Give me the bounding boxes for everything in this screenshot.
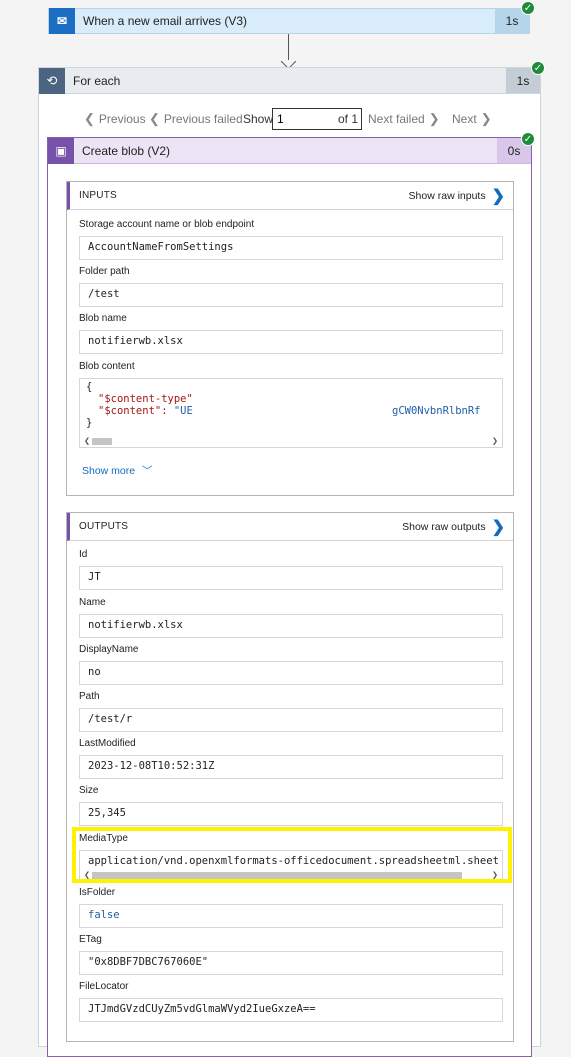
next-failed-label: Next failed (368, 112, 425, 126)
field-label: Storage account name or blob endpoint (79, 219, 255, 230)
field-label: Blob content (79, 361, 135, 372)
displayname-field: DisplayName no (79, 644, 503, 685)
outputs-title: OUTPUTS (79, 521, 129, 532)
folder-field: Folder path /test (79, 266, 503, 307)
blob-content-field: Blob content { "$content-type" "$content… (79, 361, 503, 448)
field-label: Path (79, 691, 100, 702)
storage-field: Storage account name or blob endpoint Ac… (79, 219, 503, 260)
trigger-title: When a new email arrives (V3) (83, 14, 248, 28)
field-label: Size (79, 785, 99, 796)
inputs-panel: INPUTS Show raw inputs ❯ Storage account… (66, 181, 514, 496)
path-field: Path /test/r (79, 691, 503, 732)
trigger-card[interactable]: ✉ When a new email arrives (V3) 1s (48, 8, 530, 34)
inputs-title: INPUTS (79, 190, 117, 201)
field-label: Folder path (79, 266, 130, 277)
field-value: JTJmdGVzdCUyZm5vdGlmaWVyd2IueGxzeA== (79, 998, 503, 1022)
field-value: "0x8DBF7DBC767060E" (79, 951, 503, 975)
isfolder-field: IsFolder false (79, 887, 503, 928)
field-value: false (79, 904, 503, 928)
field-label: FileLocator (79, 981, 129, 992)
field-value: 25,345 (79, 802, 503, 826)
field-label: ETag (79, 934, 102, 945)
of-label: of 1 (338, 112, 359, 126)
etag-field: ETag "0x8DBF7DBC767060E" (79, 934, 503, 975)
chevron-down-icon: ﹀ (142, 465, 153, 477)
field-label: Id (79, 549, 88, 560)
previous-label: Previous (98, 112, 146, 126)
chevron-left-icon: ❮ (149, 111, 160, 126)
iteration-pager: ❮ Previous ❮ Previous failed Show of 1 N… (39, 108, 540, 130)
code-line: "$content": "UE gCW0NvbnRlbnRf (86, 405, 496, 417)
show-raw-inputs-link[interactable]: Show raw inputs (409, 190, 486, 202)
next-failed-button[interactable]: Next failed ❯ (368, 111, 444, 127)
show-more-link[interactable]: Show more ﹀ (82, 463, 153, 478)
blob-storage-icon: ▣ (48, 137, 74, 164)
field-value: no (79, 661, 503, 685)
field-label: LastModified (79, 738, 136, 749)
field-label: Blob name (79, 313, 127, 324)
success-check-icon: ✓ (521, 132, 535, 146)
name-field: Name notifierwb.xlsx (79, 597, 503, 638)
blob-content-code: { "$content-type" "$content": "UE gCW0Nv… (79, 378, 503, 448)
previous-button[interactable]: ❮ Previous (84, 111, 146, 127)
scroll-right-icon[interactable]: ❯ (492, 436, 498, 447)
field-label: DisplayName (79, 644, 139, 655)
show-raw-outputs-link[interactable]: Show raw outputs (402, 521, 485, 533)
blob-name-field: Blob name notifierwb.xlsx (79, 313, 503, 354)
inputs-header: INPUTS Show raw inputs ❯ (67, 182, 513, 210)
chevron-right-icon: ❯ (480, 111, 492, 126)
field-value: 2023-12-08T10:52:31Z (79, 755, 503, 779)
outlook-icon: ✉ (49, 8, 75, 34)
foreach-header[interactable]: ⟲ For each 1s (39, 67, 540, 94)
show-more-label: Show more (82, 465, 136, 477)
mediatype-highlight (72, 827, 512, 883)
chevron-right-icon[interactable]: ❯ (492, 186, 505, 206)
chevron-left-icon: ❮ (84, 111, 95, 126)
next-button[interactable]: Next ❯ (452, 111, 496, 127)
code-line: { (86, 381, 93, 393)
lastmodified-field: LastModified 2023-12-08T10:52:31Z (79, 738, 503, 779)
field-value: /test/r (79, 708, 503, 732)
previous-failed-label: Previous failed (163, 112, 243, 126)
outputs-header: OUTPUTS Show raw outputs ❯ (67, 513, 513, 541)
scroll-left-icon[interactable]: ❮ (84, 436, 90, 447)
field-label: IsFolder (79, 887, 116, 898)
create-blob-card: ▣ Create blob (V2) 0s INPUTS Show raw in… (47, 137, 532, 1057)
field-label: Name (79, 597, 106, 608)
code-key: "$content": (98, 405, 174, 417)
horizontal-scrollbar[interactable]: ❮ ❯ (80, 435, 502, 447)
code-line: "$content-type" (98, 393, 193, 405)
field-value: JT (79, 566, 503, 590)
chevron-right-icon[interactable]: ❯ (492, 517, 505, 537)
action-title: Create blob (V2) (82, 143, 171, 158)
foreach-title: For each (73, 73, 121, 88)
code-value: "UE (173, 405, 193, 417)
code-value: gCW0NvbnRlbnRf (392, 405, 481, 417)
scrollbar-thumb[interactable] (92, 437, 113, 445)
field-value: /test (79, 283, 503, 307)
filelocator-field: FileLocator JTJmdGVzdCUyZm5vdGlmaWVyd2Iu… (79, 981, 503, 1022)
chevron-right-icon: ❯ (428, 111, 440, 126)
foreach-container: ⟲ For each 1s ❮ Previous ❮ Previous fail… (38, 67, 541, 1057)
id-field: Id JT (79, 549, 503, 590)
success-check-icon: ✓ (531, 61, 545, 75)
field-value: notifierwb.xlsx (79, 330, 503, 354)
next-label: Next (452, 112, 477, 126)
show-label: Show (243, 112, 274, 126)
field-value: notifierwb.xlsx (79, 614, 503, 638)
previous-failed-button[interactable]: ❮ Previous failed (149, 111, 243, 127)
field-value: AccountNameFromSettings (79, 236, 503, 260)
success-check-icon: ✓ (521, 1, 535, 15)
create-blob-header[interactable]: ▣ Create blob (V2) 0s (48, 137, 531, 164)
outputs-panel: OUTPUTS Show raw outputs ❯ Id JT Name no… (66, 512, 514, 1042)
loop-icon: ⟲ (39, 67, 65, 94)
code-line: } (86, 417, 93, 429)
size-field: Size 25,345 (79, 785, 503, 826)
